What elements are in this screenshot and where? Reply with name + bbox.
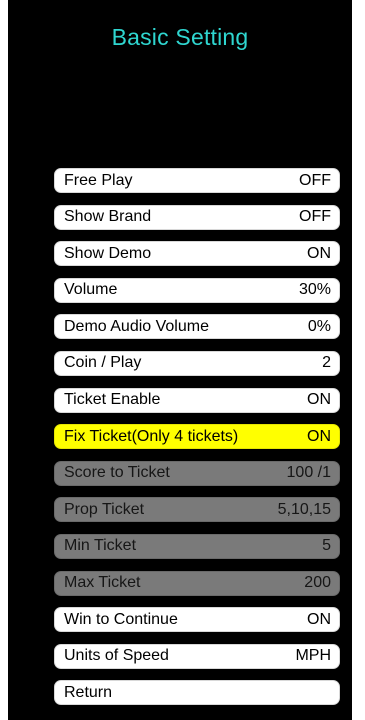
menu-item-units-of-speed[interactable]: Units of Speed MPH <box>54 643 340 669</box>
menu-item-demo-audio-volume[interactable]: Demo Audio Volume 0% <box>54 314 340 340</box>
menu-item-label: Coin / Play <box>64 354 142 372</box>
menu-item-value: ON <box>307 427 331 445</box>
menu-item-value: ON <box>307 610 331 628</box>
menu-item-value: 100 /1 <box>286 464 331 482</box>
menu-item-volume[interactable]: Volume 30% <box>54 277 340 303</box>
menu-item-label: Score to Ticket <box>64 464 170 482</box>
menu-item-label: Ticket Enable <box>64 391 161 409</box>
page-title: Basic Setting <box>111 24 249 50</box>
menu-item-show-demo[interactable]: Show Demo ON <box>54 241 340 267</box>
menu-item-value: 2 <box>322 354 331 372</box>
menu-item-score-to-ticket: Score to Ticket 100 /1 <box>54 460 340 486</box>
menu-item-fix-ticket[interactable]: Fix Ticket(Only 4 tickets) ON <box>54 424 340 450</box>
menu-item-label: Min Ticket <box>64 537 137 555</box>
menu-item-label: Show Brand <box>64 208 152 226</box>
menu-item-free-play[interactable]: Free Play OFF <box>54 168 340 193</box>
menu-item-value: 0% <box>307 317 331 335</box>
menu-item-value: OFF <box>299 208 331 226</box>
menu-item-label: Show Demo <box>64 244 152 262</box>
menu-item-value: ON <box>307 244 331 262</box>
menu-item-value: 5 <box>322 537 331 555</box>
menu-item-coin-play[interactable]: Coin / Play 2 <box>54 350 340 376</box>
menu-item-ticket-enable[interactable]: Ticket Enable ON <box>54 387 340 413</box>
menu-item-label: Return <box>64 683 113 701</box>
menu-item-value: MPH <box>295 647 331 665</box>
menu-item-win-to-continue[interactable]: Win to Continue ON <box>54 607 340 633</box>
menu-item-max-ticket: Max Ticket 200 <box>54 570 340 596</box>
menu-item-label: Free Play <box>64 171 133 189</box>
menu-item-label: Win to Continue <box>64 610 178 628</box>
menu-item-value: 200 <box>304 574 331 592</box>
menu-item-value: 30% <box>298 281 331 299</box>
menu-item-value: 5,10,15 <box>277 500 331 518</box>
settings-menu: Free Play OFF Show Brand OFF Show Demo O… <box>54 168 340 717</box>
settings-screen: Basic Setting Free Play OFF Show Brand O… <box>8 0 352 720</box>
menu-item-prop-ticket: Prop Ticket 5,10,15 <box>54 497 340 523</box>
return-button[interactable]: Return <box>54 680 340 706</box>
menu-item-label: Prop Ticket <box>64 500 145 518</box>
menu-item-value: OFF <box>299 171 331 189</box>
menu-item-label: Demo Audio Volume <box>64 317 209 335</box>
menu-item-label: Volume <box>64 281 118 299</box>
menu-item-label: Units of Speed <box>64 647 169 665</box>
menu-item-label: Fix Ticket(Only 4 tickets) <box>64 427 239 445</box>
menu-item-show-brand[interactable]: Show Brand OFF <box>54 204 340 230</box>
menu-item-value: ON <box>307 391 331 409</box>
menu-item-label: Max Ticket <box>64 574 141 592</box>
menu-item-min-ticket: Min Ticket 5 <box>54 533 340 559</box>
